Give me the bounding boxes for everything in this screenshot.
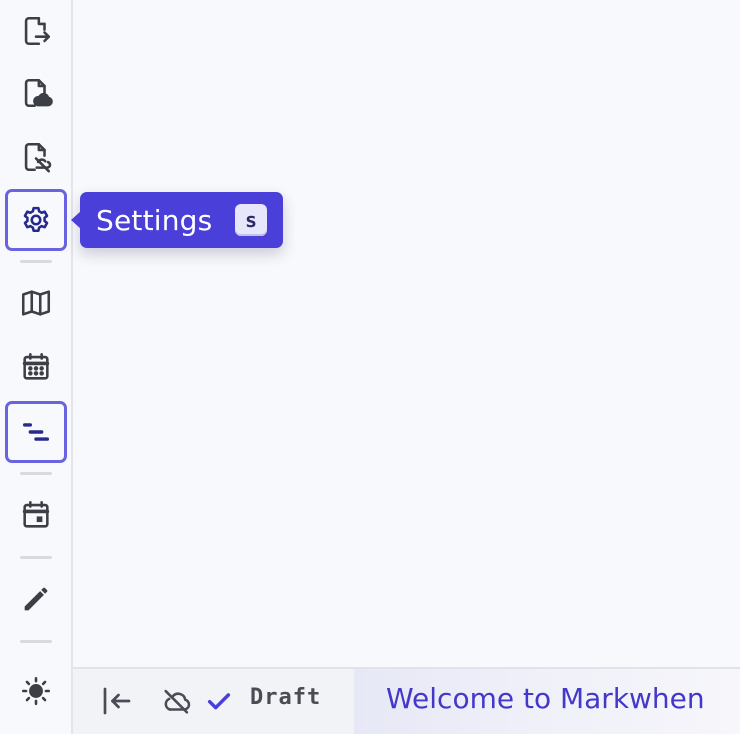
file-off-icon	[24, 142, 52, 173]
app-window: Settings s Draft Welcome to Markwhen	[0, 0, 740, 734]
keyboard-shortcut-badge: s	[235, 204, 267, 236]
theme-toggle-button[interactable]	[5, 660, 67, 722]
pencil-icon	[24, 587, 48, 611]
timeline-icon	[22, 423, 50, 441]
bottom-bar: Draft Welcome to Markwhen	[73, 667, 740, 734]
edit-button[interactable]	[5, 568, 67, 630]
saved-status	[201, 683, 237, 719]
calendar-view-button[interactable]	[5, 336, 67, 398]
settings-tooltip: Settings s	[71, 192, 283, 248]
collapse-sidebar-button[interactable]	[97, 681, 137, 721]
draft-status-label: Draft	[250, 685, 322, 710]
settings-gear-icon	[23, 206, 49, 233]
sidebar-divider	[20, 260, 52, 263]
sync-status-button[interactable]	[159, 683, 195, 719]
sidebar-divider	[20, 640, 52, 643]
settings-button[interactable]	[5, 189, 67, 251]
map-icon	[21, 290, 51, 316]
sidebar-divider	[20, 556, 52, 559]
save-to-cloud-button[interactable]	[5, 62, 67, 124]
sidebar-divider	[20, 472, 52, 475]
check-icon	[207, 693, 231, 710]
day-view-button[interactable]	[5, 484, 67, 546]
cloud-off-icon	[164, 689, 191, 714]
collapse-left-icon	[103, 687, 131, 715]
cloud-file-icon	[24, 78, 53, 108]
sidebar	[0, 0, 73, 734]
document-title-area[interactable]: Welcome to Markwhen	[354, 669, 740, 734]
export-button[interactable]	[5, 0, 67, 62]
unsaved-file-button[interactable]	[5, 126, 67, 188]
document-title: Welcome to Markwhen	[386, 682, 705, 715]
calendar-grid-icon	[22, 352, 50, 380]
calendar-day-icon	[22, 500, 50, 528]
tooltip-label: Settings	[96, 203, 213, 237]
timeline-view-button[interactable]	[5, 401, 67, 463]
sun-icon	[21, 676, 51, 706]
map-view-button[interactable]	[5, 272, 67, 334]
export-icon	[24, 16, 51, 46]
